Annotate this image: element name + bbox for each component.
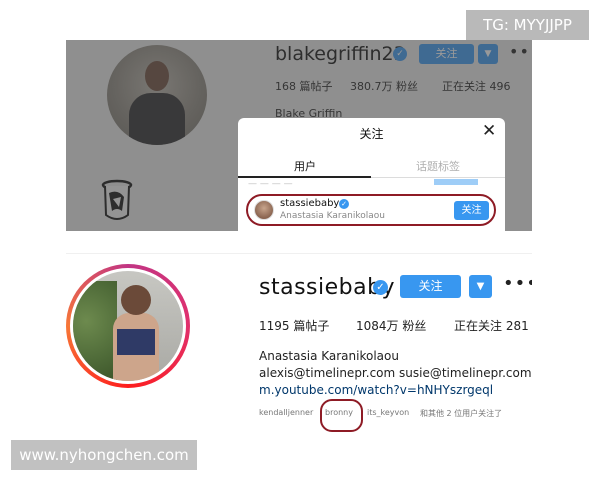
avatar-top [117,329,155,355]
chevron-down-icon[interactable]: ▼ [469,275,492,298]
bio-link[interactable]: m.youtube.com/watch?v=hNHYszrgeql [259,383,493,397]
user-avatar[interactable] [254,200,274,220]
close-icon[interactable]: ✕ [482,121,496,141]
bio-emails: alexis@timelinepr.com susie@timelinepr.c… [259,366,532,380]
profile-username: blakegriffin23 [275,43,406,65]
story-ring[interactable] [66,264,190,388]
bottom-profile-panel: stassiebaby ✓ 关注 ▼ ••• 1195 篇帖子 1084万 粉丝… [66,253,532,439]
verified-badge-icon: ✓ [373,280,388,295]
story-ring-gap [70,268,186,384]
highlighted-user-row[interactable]: stassiebaby ✓ Anastasia Karanikolaou 关注 [246,194,496,226]
posts-count: 1195 篇帖子 [259,319,330,333]
chevron-down-icon[interactable]: ▼ [478,44,498,64]
followers-count[interactable]: 1084万 粉丝 [356,317,426,334]
tab-users[interactable]: 用户 [294,158,316,174]
more-options-icon[interactable]: ••• [509,42,532,61]
profile-full-name: Anastasia Karanikolaou [259,349,399,363]
following-count[interactable]: 正在关注 496 [442,78,511,94]
profile-avatar[interactable] [107,45,207,145]
verified-badge-icon: ✓ [339,199,349,209]
posts-count: 168 篇帖子 [275,80,333,93]
followers-count[interactable]: 380.7万 粉丝 [350,78,418,94]
bronny-highlight-circle [320,399,363,432]
screenshot-collage: TG: MYYJJPP blakegriffin23 ✓ 关注 ▼ ••• 16… [0,0,600,480]
modal-title: 关注 [359,127,384,141]
follow-button[interactable]: 关注 [419,44,474,64]
row-follow-button[interactable]: 关注 [454,201,489,220]
team-logo-icon [101,179,133,220]
tab-hashtags[interactable]: 话题标签 [416,158,460,174]
row-full-name: Anastasia Karanikolaou [280,211,385,221]
mutual-user-its-keyvon[interactable]: its_keyvon [367,408,409,417]
following-count[interactable]: 正在关注 281 [454,317,529,334]
partially-hidden-row: — — — — [248,179,293,189]
following-modal: 关注 ✕ 用户 话题标签 — — — — stassiebaby ✓ Anast… [238,118,505,231]
avatar-head [121,285,151,315]
mutual-user-kendalljenner[interactable]: kendalljenner [259,408,313,417]
more-options-icon[interactable]: ••• [503,273,532,294]
avatar-head [145,61,169,91]
active-tab-indicator [238,176,371,178]
website-watermark: www.nyhongchen.com [11,440,197,470]
telegram-watermark: TG: MYYJJPP [466,10,589,40]
followed-by-suffix: 和其他 2 位用户关注了 [420,409,503,418]
avatar-plant [73,281,117,381]
follow-button[interactable]: 关注 [400,275,461,298]
avatar-body [129,93,185,145]
row-username[interactable]: stassiebaby [280,198,339,209]
verified-badge-icon: ✓ [393,47,407,61]
partially-hidden-button [434,179,478,185]
profile-avatar[interactable] [73,271,183,381]
